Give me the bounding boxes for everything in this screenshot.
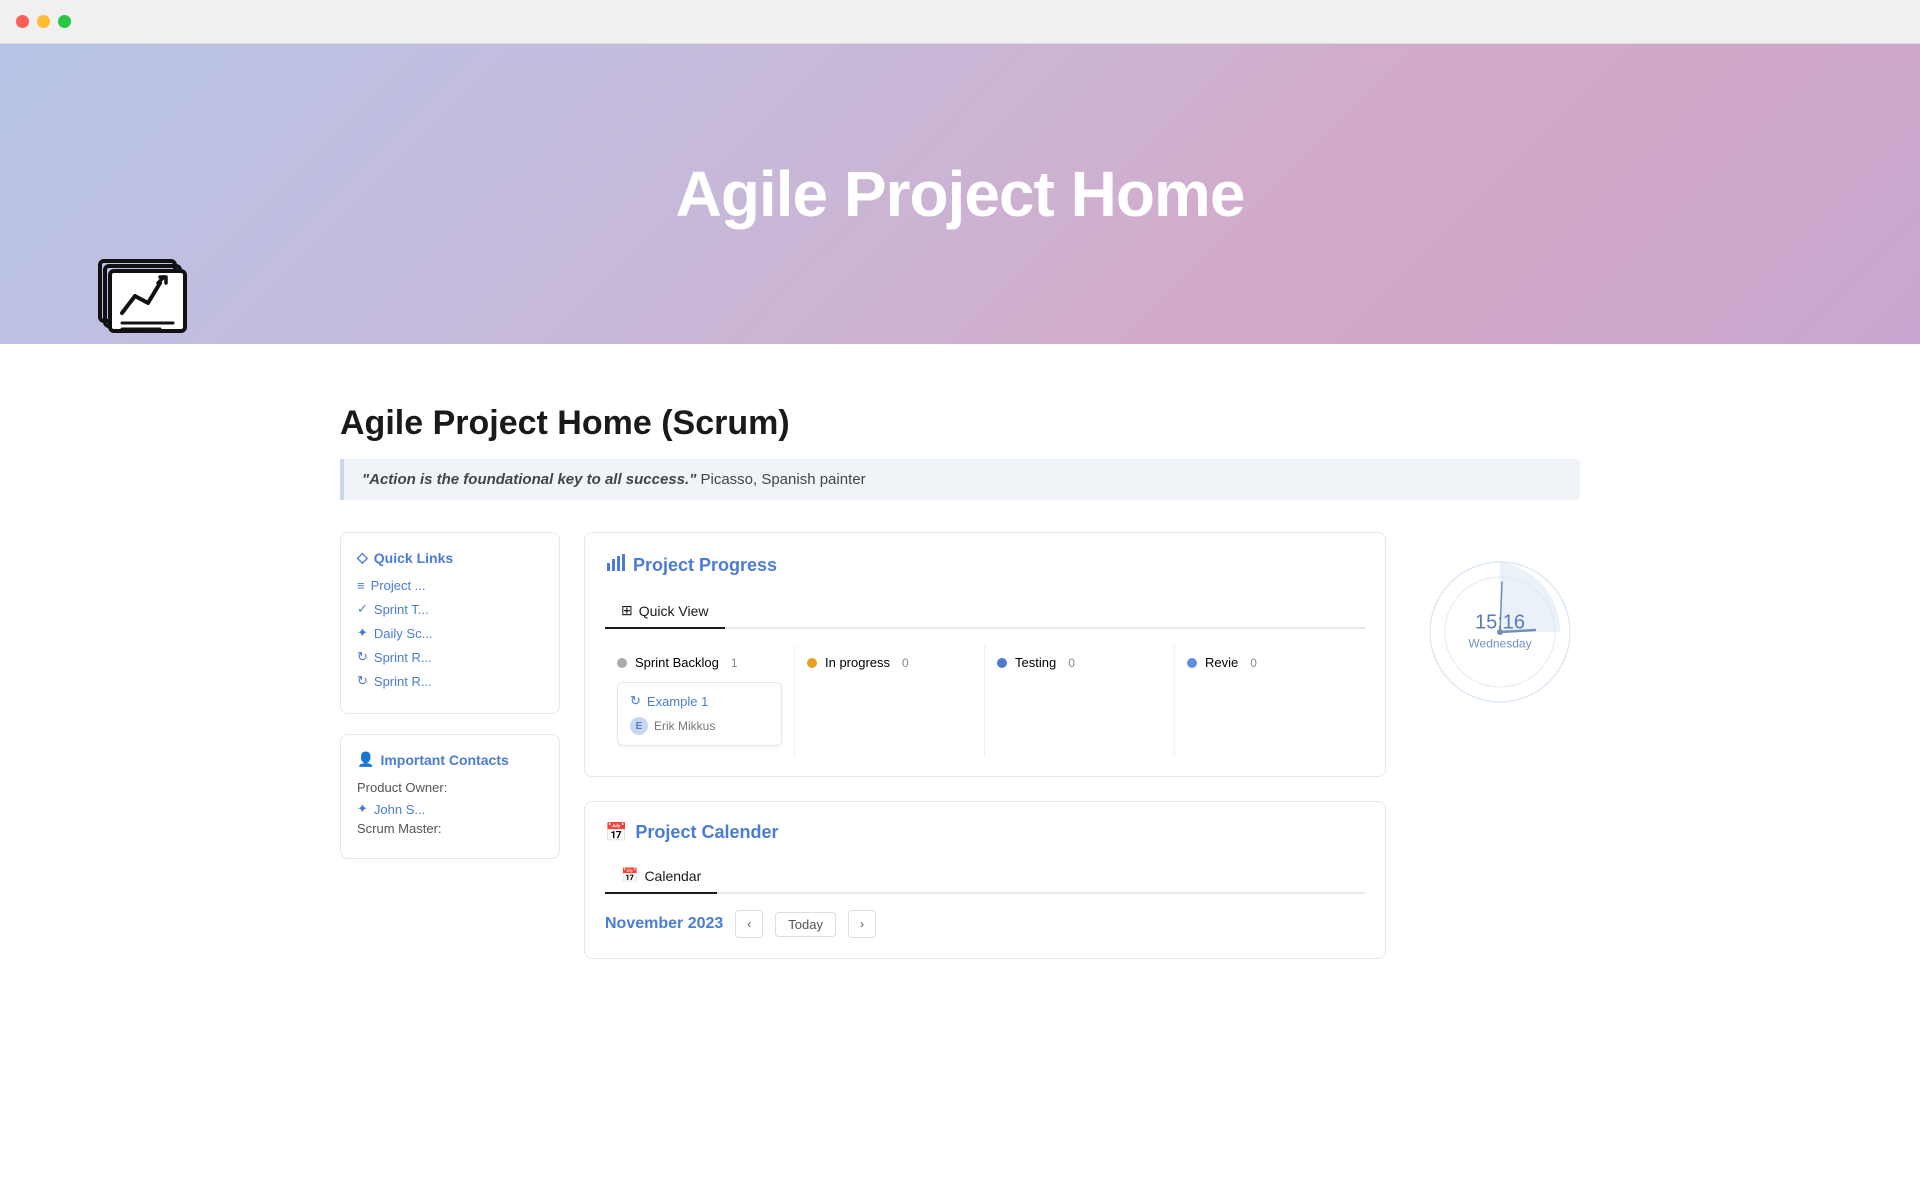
sidebar-link-sprint-r1[interactable]: ↻ Sprint R... [357,649,543,665]
quote-attribution: Picasso, Spanish painter [696,471,865,488]
project-link-icon: ≡ [357,578,365,593]
main-layout: ◇ Quick Links ≡ Project ... ✓ Sprint T..… [340,532,1580,959]
col-header-testing: Testing 0 [997,655,1162,670]
sprint-t-icon: ✓ [357,601,368,617]
scrum-master-label: Scrum Master: [357,821,543,836]
calendar-nav: November 2023 ‹ Today › [605,910,1365,938]
quick-links-title: ◇ Quick Links [357,549,543,566]
calendar-tabs: 📅 Calendar [605,859,1365,894]
titlebar [0,0,1920,44]
tab-calendar-icon: 📅 [621,867,638,884]
project-calendar-header: 📅 Project Calender [605,822,1365,843]
hero-icon [80,241,190,364]
daily-sc-icon: ✦ [357,625,368,641]
close-button[interactable] [16,15,29,28]
col-header-review: Revie 0 [1187,655,1353,670]
quick-links-card: ◇ Quick Links ≡ Project ... ✓ Sprint T..… [340,532,560,714]
assignee-name: Erik Mikkus [654,719,715,733]
assignee-avatar: E [630,717,648,735]
clock-container: 15:16 Wednesday [1420,552,1580,712]
quick-links-icon: ◇ [357,549,368,566]
dot-review [1187,658,1197,668]
calendar-month: November 2023 [605,915,723,933]
count-in-progress: 0 [902,656,909,670]
quote-block: "Action is the foundational key to all s… [340,459,1580,500]
col-testing: Testing 0 [985,645,1175,756]
page-body: Agile Project Home (Scrum) "Action is th… [260,344,1660,1019]
hero-banner: Agile Project Home [0,44,1920,344]
minimize-button[interactable] [37,15,50,28]
calendar-today-button[interactable]: Today [775,912,836,937]
card-title-example1[interactable]: ↻ Example 1 [630,693,769,709]
page-title: Agile Project Home (Scrum) [340,404,1580,443]
clock-text: 15:16 Wednesday [1468,612,1531,653]
count-sprint-backlog: 1 [731,656,738,670]
sidebar: ◇ Quick Links ≡ Project ... ✓ Sprint T..… [340,532,560,859]
sprint-r2-icon: ↻ [357,673,368,689]
sidebar-link-sprint-t[interactable]: ✓ Sprint T... [357,601,543,617]
calendar-section-icon: 📅 [605,822,627,843]
col-header-sprint-backlog: Sprint Backlog 1 [617,655,782,670]
tab-quick-view-icon: ⊞ [621,602,633,619]
product-owner-link[interactable]: ✦ John S... [357,801,543,817]
tab-calendar[interactable]: 📅 Calendar [605,859,717,894]
kanban-board: Sprint Backlog 1 ↻ Example 1 E [605,645,1365,756]
kanban-card-example1[interactable]: ↻ Example 1 E Erik Mikkus [617,682,782,746]
dot-testing [997,658,1007,668]
maximize-button[interactable] [58,15,71,28]
col-sprint-backlog: Sprint Backlog 1 ↻ Example 1 E [605,645,795,756]
calendar-prev-button[interactable]: ‹ [735,910,763,938]
calendar-next-button[interactable]: › [848,910,876,938]
contacts-title: 👤 Important Contacts [357,751,543,768]
clock-time: 15:16 [1468,612,1531,635]
project-calendar-title: Project Calender [635,822,778,843]
product-owner-label: Product Owner: [357,780,543,795]
refresh-icon: ↻ [630,693,641,709]
project-progress-title: Project Progress [633,555,777,576]
hero-title: Agile Project Home [676,157,1245,231]
sidebar-link-daily-sc[interactable]: ✦ Daily Sc... [357,625,543,641]
sprint-r1-icon: ↻ [357,649,368,665]
contacts-icon: 👤 [357,751,374,768]
tab-quick-view[interactable]: ⊞ Quick View [605,594,725,629]
contacts-card: 👤 Important Contacts Product Owner: ✦ Jo… [340,734,560,859]
dot-sprint-backlog [617,658,627,668]
count-review: 0 [1250,656,1257,670]
col-in-progress: In progress 0 [795,645,985,756]
clock-widget: 15:16 Wednesday [1410,532,1590,712]
dot-in-progress [807,658,817,668]
col-review: Revie 0 [1175,645,1365,756]
sidebar-link-sprint-r2[interactable]: ↻ Sprint R... [357,673,543,689]
product-owner-icon: ✦ [357,801,368,817]
project-calendar-card: 📅 Project Calender 📅 Calendar November 2… [584,801,1386,959]
main-content: Project Progress ⊞ Quick View Spr [584,532,1386,959]
progress-tabs: ⊞ Quick View [605,594,1365,629]
quote-text: "Action is the foundational key to all s… [362,471,696,488]
clock-day: Wednesday [1468,637,1531,651]
count-testing: 0 [1068,656,1075,670]
card-assignee-example1: E Erik Mikkus [630,717,769,735]
col-header-in-progress: In progress 0 [807,655,972,670]
sidebar-link-project[interactable]: ≡ Project ... [357,578,543,593]
project-progress-header: Project Progress [605,553,1365,578]
project-progress-card: Project Progress ⊞ Quick View Spr [584,532,1386,777]
project-progress-icon [605,553,625,578]
